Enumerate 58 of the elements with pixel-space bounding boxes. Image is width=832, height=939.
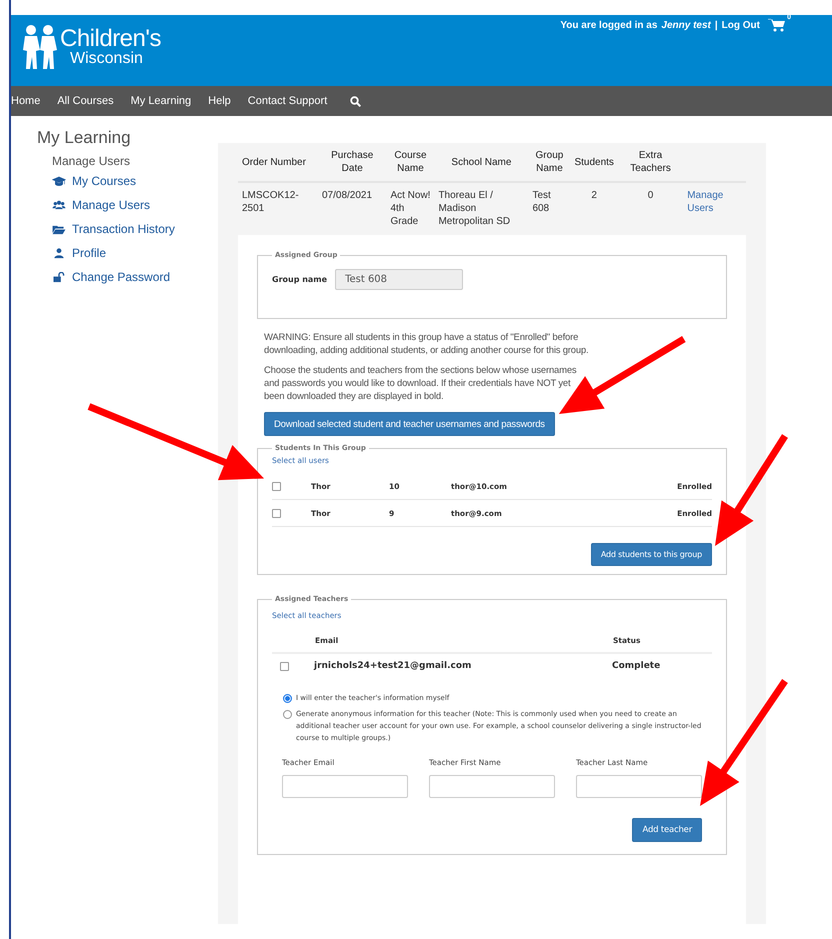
table-cell: Test 608 (528, 182, 570, 232)
sidebar-link[interactable]: My Courses (72, 174, 136, 188)
column-header: Order Number (238, 149, 318, 182)
table-cell: Act Now! 4th Grade (386, 182, 434, 232)
column-header: Students (570, 149, 618, 182)
graduation-cap-icon (52, 176, 66, 186)
table-cell: LMSCOK12-2501 (238, 182, 318, 232)
user-name: Jenny test (661, 20, 711, 30)
logout-link[interactable]: Log Out (722, 20, 760, 30)
checkbox[interactable] (272, 482, 281, 490)
instructions-text: Choose the students and teachers from the sections below whose usernames and passwords you would like to download. If their credentials have NOT yet been downloaded they are displayed in bold. (264, 364, 578, 403)
warning-text: WARNING: Ensure all students in this group have a status of "Enrolled" before downloading, adding additional students, or adding another course for this group. (264, 331, 589, 357)
nav-link[interactable]: Help (208, 95, 231, 107)
column-header: Course Name (386, 149, 434, 182)
nav-link[interactable]: My Learning (130, 95, 192, 107)
table-cell: 2 (570, 182, 618, 232)
teacher-email: jrnichols24+test21@gmail.com (314, 661, 472, 671)
nav-link[interactable]: Home (11, 95, 40, 107)
logo-text: Wisconsin (70, 51, 144, 67)
sidebar-link[interactable]: Manage Users (72, 198, 150, 212)
table-cell: 0 (618, 182, 684, 232)
column-header: Group Name (528, 149, 570, 182)
people-icon (52, 200, 66, 210)
sidebar-link[interactable]: Change Password (72, 270, 170, 284)
login-text: You are logged in as (560, 20, 658, 30)
radio-button[interactable] (283, 710, 292, 719)
sidebar-link[interactable]: Profile (72, 246, 106, 260)
separator-text: | (714, 20, 718, 30)
children-figures-icon (21, 24, 59, 70)
add-students-button[interactable]: Add students to this group (590, 543, 712, 566)
add-teacher-button[interactable]: Add teacher (632, 818, 702, 842)
column-header: Extra Teachers (618, 149, 684, 182)
person-icon (52, 248, 66, 258)
sidebar-title: My Learning (37, 128, 132, 148)
unlocked-padlock-icon (52, 272, 66, 282)
column-header: School Name (434, 149, 528, 182)
sidebar-link[interactable]: Transaction History (72, 222, 175, 236)
text-field[interactable] (576, 775, 702, 798)
text-field[interactable] (282, 775, 408, 798)
group-name-field[interactable]: Test 608 (335, 269, 464, 290)
field-label: Group name (272, 275, 328, 284)
nav-link[interactable]: Contact Support (248, 95, 328, 107)
text-field[interactable] (429, 775, 555, 798)
checkbox[interactable] (272, 508, 281, 518)
nav-link[interactable]: All Courses (57, 95, 114, 107)
sidebar-subtitle: Manage Users (52, 154, 132, 168)
table-cell: 07/08/2021 (318, 182, 386, 232)
table-cell: Thoreau El / Madison Metropolitan SD (434, 182, 528, 232)
cart-icon (768, 18, 786, 32)
checkbox[interactable] (280, 662, 289, 670)
teacher-status: Complete (612, 661, 660, 671)
search-icon[interactable] (350, 96, 362, 106)
column-header: Purchase Date (318, 149, 386, 182)
download-button[interactable]: Download selected student and teacher usernames and passwords (264, 412, 555, 436)
logo-text: Children's (60, 27, 161, 51)
folder-icon (52, 224, 66, 234)
radio-button[interactable] (283, 694, 292, 703)
manage-users-link[interactable]: Manage Users (687, 189, 742, 215)
